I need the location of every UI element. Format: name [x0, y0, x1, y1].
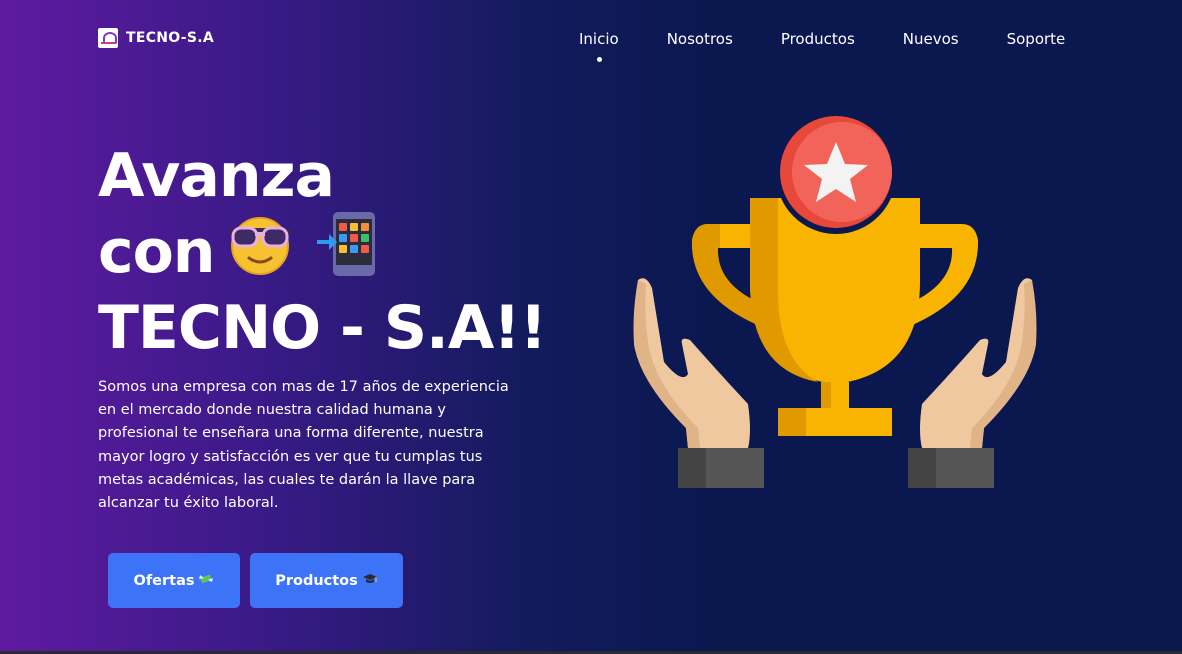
graduation-cap-icon [362, 572, 378, 590]
brand[interactable]: TECNO-S.A [98, 28, 214, 48]
nav-item-nuevos[interactable]: Nuevos [903, 30, 959, 48]
hero-description: Somos una empresa con mas de 17 años de … [98, 379, 509, 512]
sunglasses-emoji-icon [225, 212, 295, 292]
nav-item-nosotros[interactable]: Nosotros [667, 30, 733, 48]
nav-item-inicio[interactable]: Inicio [579, 30, 619, 62]
productos-button-label: Productos [275, 572, 358, 589]
nav-item-productos[interactable]: Productos [781, 30, 855, 48]
ofertas-button-label: Ofertas [133, 572, 195, 589]
ofertas-button[interactable]: Ofertas [108, 553, 240, 608]
hero-title-line: Avanza [98, 141, 335, 211]
nav-item-label: Inicio [579, 30, 619, 48]
productos-button[interactable]: Productos [250, 553, 403, 608]
hero-title-line: TECNO - S.A!! [98, 293, 547, 363]
brand-logo-icon [98, 28, 118, 48]
money-with-wings-icon [198, 572, 214, 590]
hero-title: Avanza con TECNO - S.A!! [98, 140, 547, 364]
mobile-apps-icon [315, 212, 377, 292]
hero-title-word: con [98, 217, 216, 287]
main-nav: Inicio Nosotros Productos Nuevos Soporte [579, 30, 1066, 62]
trophy-in-hands-icon [620, 112, 1050, 496]
nav-item-soporte[interactable]: Soporte [1007, 30, 1066, 48]
brand-name: TECNO-S.A [126, 30, 215, 46]
hero-title-line: con [98, 212, 546, 292]
active-indicator [596, 57, 602, 62]
